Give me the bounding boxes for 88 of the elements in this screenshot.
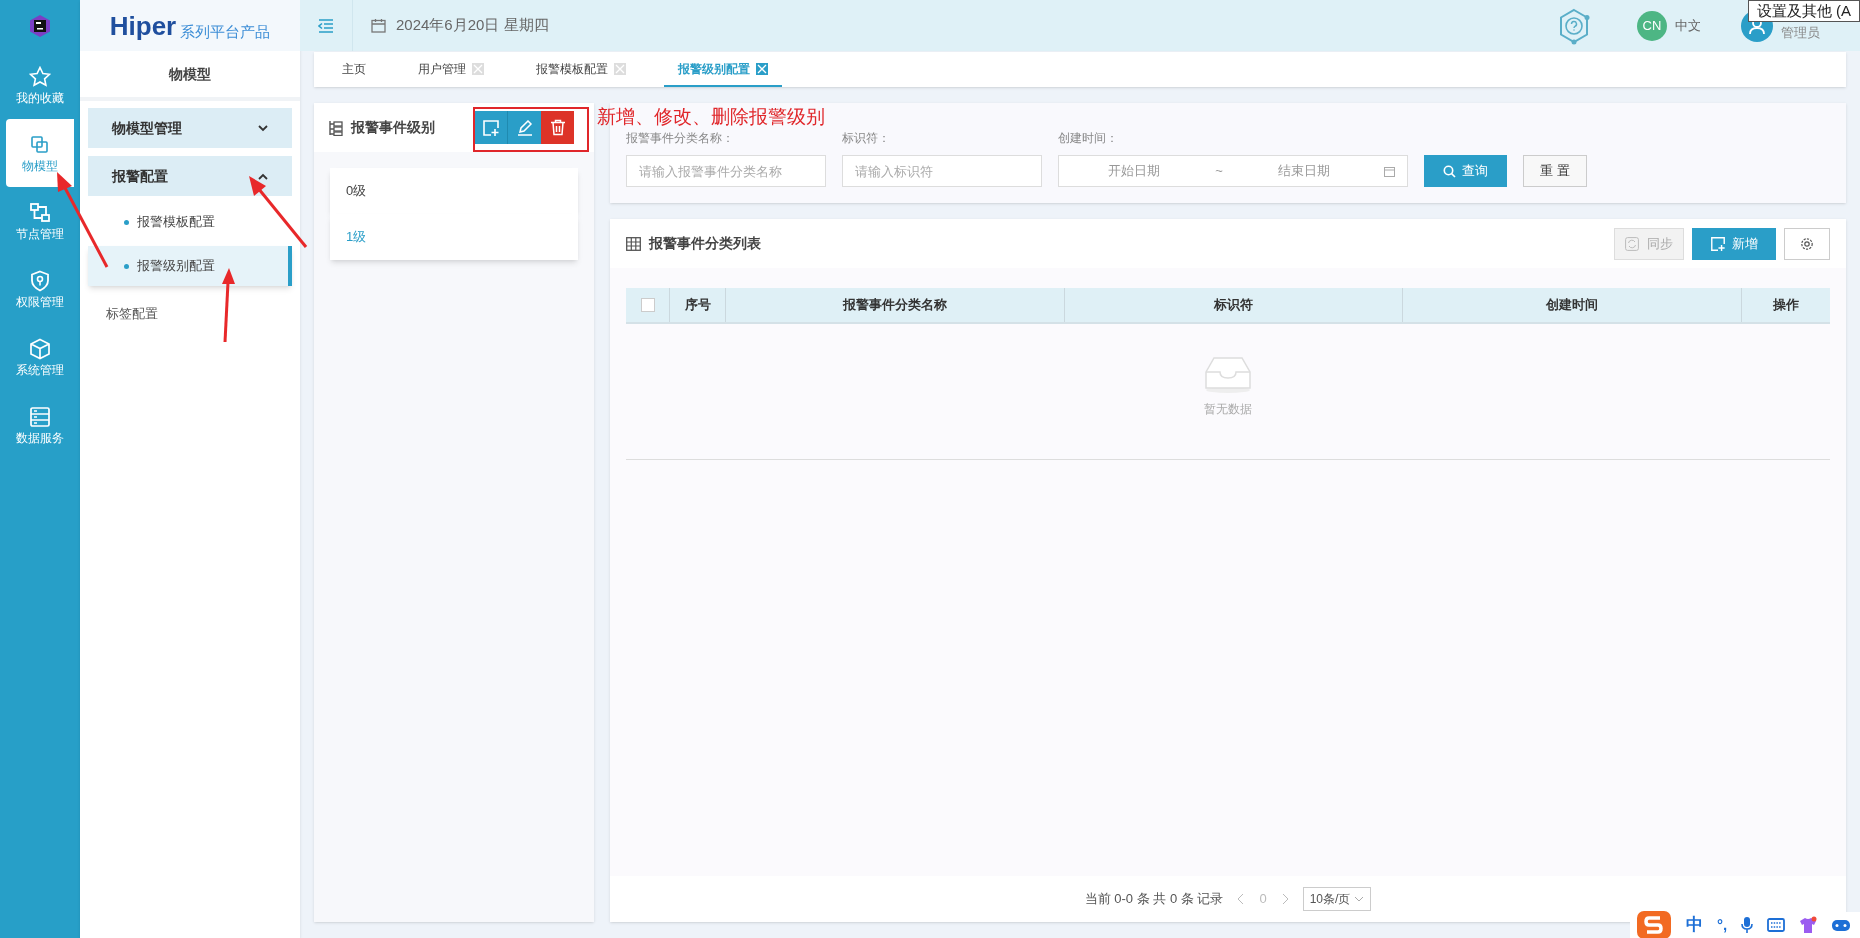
select-all-checkbox[interactable] xyxy=(640,298,655,312)
sync-button[interactable]: 同步 xyxy=(1614,227,1684,260)
column-header: 序号 xyxy=(670,288,726,322)
shield-icon xyxy=(29,270,51,292)
menu-group[interactable]: 报警配置 xyxy=(88,156,292,196)
annotation-text: 新增、修改、删除报警级别 xyxy=(597,105,825,129)
microphone-icon[interactable] xyxy=(1741,916,1754,934)
server-icon xyxy=(29,406,51,428)
tab[interactable]: 报警模板配置 xyxy=(522,52,640,87)
cube-icon xyxy=(29,338,51,360)
reset-button[interactable]: 重 置 xyxy=(1523,155,1587,187)
delete-level-button[interactable] xyxy=(541,111,574,144)
nav-item[interactable]: 系统管理 xyxy=(0,323,80,391)
level-item[interactable]: 1级 xyxy=(330,214,578,260)
filter-label: 创建时间： xyxy=(1058,130,1119,147)
page-size-select[interactable]: 10条/页 xyxy=(1302,887,1372,911)
trash-icon xyxy=(549,119,566,136)
tab[interactable]: 主页 xyxy=(328,52,380,87)
gamepad-icon[interactable] xyxy=(1831,917,1852,933)
nav-item[interactable]: 权限管理 xyxy=(0,255,80,323)
page-number[interactable]: 0 xyxy=(1259,889,1267,909)
empty-message: 暂无数据 xyxy=(1204,401,1252,418)
panel-title: 报警事件级别 xyxy=(351,118,435,137)
filter-label: 报警事件分类名称： xyxy=(626,130,735,147)
app-logo-icon xyxy=(28,13,52,38)
column-header: 标识符 xyxy=(1064,288,1404,322)
settings-button[interactable] xyxy=(1784,227,1830,260)
filter-label: 标识符： xyxy=(842,130,891,147)
menu-group[interactable]: 物模型管理 xyxy=(88,108,292,148)
tab[interactable]: 报警级别配置 xyxy=(664,52,782,87)
help-icon[interactable] xyxy=(1557,6,1591,45)
search-button[interactable]: 查询 xyxy=(1424,155,1507,187)
nav-item[interactable]: 物模型 xyxy=(6,119,74,187)
overlapping-squares-icon xyxy=(29,134,51,156)
empty-inbox-icon xyxy=(1204,354,1252,394)
add-button[interactable]: 新增 xyxy=(1692,227,1776,260)
caret-icon xyxy=(1354,896,1365,902)
date-range-field[interactable]: 开始日期 ~ 结束日期 xyxy=(1058,155,1408,187)
column-header: 操作 xyxy=(1772,296,1800,315)
add-level-button[interactable] xyxy=(475,111,508,144)
start-date-placeholder: 开始日期 xyxy=(1107,162,1161,181)
sidebar-title: 物模型 xyxy=(80,51,300,101)
previous-page-icon[interactable] xyxy=(1237,893,1246,905)
search-icon xyxy=(1443,164,1456,178)
calendar-icon xyxy=(1384,165,1395,177)
next-page-icon[interactable] xyxy=(1280,893,1289,905)
end-date-placeholder: 结束日期 xyxy=(1277,162,1331,181)
current-date: 2024年6月20日 星期四 xyxy=(396,15,549,36)
level-item[interactable]: 0级 xyxy=(330,168,578,214)
add-icon xyxy=(482,118,500,137)
tooltip: 设置及其他 (A xyxy=(1747,0,1860,22)
language-badge[interactable]: CN xyxy=(1637,10,1667,41)
table-icon xyxy=(626,236,641,251)
panel-title: 报警事件分类列表 xyxy=(649,234,761,253)
sync-icon xyxy=(1625,236,1639,251)
ime-mode[interactable]: 中 xyxy=(1686,912,1703,938)
language-label[interactable]: 中文 xyxy=(1675,15,1701,36)
tree-icon xyxy=(328,119,343,136)
column-header: 报警事件分类名称 xyxy=(726,288,1065,322)
settings-icon xyxy=(1800,236,1814,251)
add-icon xyxy=(1710,235,1726,252)
star-icon xyxy=(29,66,51,88)
column-header: 创建时间 xyxy=(1403,288,1742,322)
menu-toggle-icon[interactable] xyxy=(318,18,334,33)
annotation-arrow xyxy=(249,176,308,248)
text-field[interactable]: 请输入标识符 xyxy=(842,155,1042,187)
nav-item[interactable]: 节点管理 xyxy=(0,187,80,255)
shirt-icon[interactable] xyxy=(1799,916,1818,934)
close-icon[interactable] xyxy=(756,62,768,75)
date-separator: ~ xyxy=(1214,162,1224,181)
keyboard-icon[interactable] xyxy=(1767,918,1786,932)
user-name[interactable]: 管理员 xyxy=(1781,22,1820,43)
submenu-item[interactable]: 报警级别配置 xyxy=(88,246,292,286)
nav-item[interactable]: 数据服务 xyxy=(0,391,80,459)
text-field[interactable]: 请输入报警事件分类名称 xyxy=(626,155,826,187)
edit-level-button[interactable] xyxy=(508,111,541,144)
brand-subtitle: 系列平台产品 xyxy=(180,24,271,39)
brand-logo: Hiper xyxy=(109,13,177,39)
nav-item[interactable]: 我的收藏 xyxy=(0,51,80,119)
menu-item[interactable]: 标签配置 xyxy=(80,294,300,334)
edit-icon xyxy=(516,119,533,136)
submenu-item[interactable]: 报警模板配置 xyxy=(88,202,292,242)
ime-punctuation[interactable]: °, xyxy=(1717,913,1728,937)
tab[interactable]: 用户管理 xyxy=(404,52,498,87)
nodes-icon xyxy=(29,202,51,224)
calendar-icon xyxy=(371,18,386,33)
ime-logo-icon[interactable] xyxy=(1636,910,1672,938)
pagination-summary: 当前 0-0 条 共 0 条 记录 xyxy=(1084,890,1224,909)
